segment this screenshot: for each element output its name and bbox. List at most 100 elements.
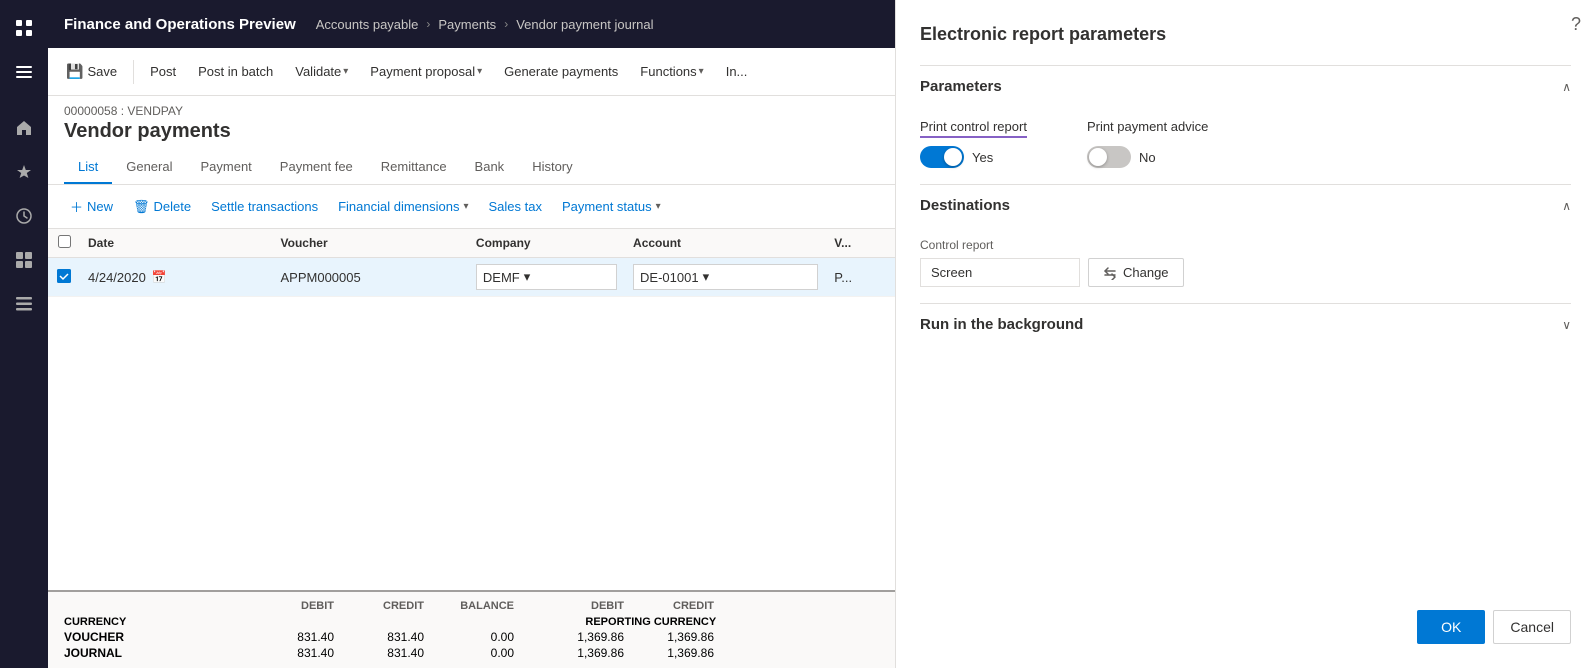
breadcrumb-sep-2: › — [504, 17, 508, 31]
sidebar-icon-star[interactable] — [4, 152, 44, 192]
tabs: List General Payment Payment fee Remitta… — [64, 151, 879, 184]
new-button[interactable]: ＋ New — [64, 193, 119, 220]
destination-control: Screen Change — [920, 258, 1571, 287]
journal-header: 00000058 : VENDPAY Vendor payments List … — [48, 96, 895, 185]
parameters-section-header[interactable]: Parameters ∧ — [920, 65, 1571, 107]
app-title: Finance and Operations Preview — [64, 16, 316, 33]
validate-button[interactable]: Validate ▾ — [285, 58, 358, 85]
journal-summary-label: JOURNAL — [64, 646, 244, 660]
sidebar-icon-hamburger[interactable] — [4, 52, 44, 92]
save-button[interactable]: 💾 Save — [56, 57, 127, 86]
row-account-cell: DE-01001 ▾ — [625, 258, 826, 297]
ok-button[interactable]: OK — [1417, 610, 1485, 644]
tab-history[interactable]: History — [518, 151, 586, 184]
voucher-rep-debit: 1,369.86 — [534, 630, 624, 644]
functions-button[interactable]: Functions ▾ — [630, 58, 713, 85]
table-toolbar: ＋ New 🗑 Delete Settle transactions Finan… — [48, 185, 895, 229]
print-control-report-toggle[interactable] — [920, 146, 964, 168]
destinations-label: Destinations — [920, 197, 1010, 214]
panel-title: Electronic report parameters — [920, 24, 1571, 45]
content-area: 00000058 : VENDPAY Vendor payments List … — [48, 96, 895, 668]
print-payment-advice-control: No — [1087, 146, 1208, 168]
sidebar-icon-grid[interactable] — [4, 8, 44, 48]
grid-summary: DEBIT CREDIT BALANCE DEBIT CREDIT CURREN… — [48, 590, 895, 668]
journal-credit: 831.40 — [334, 646, 424, 660]
voucher-rep-credit: 1,369.86 — [624, 630, 714, 644]
sales-tax-button[interactable]: Sales tax — [483, 195, 548, 218]
help-icon[interactable]: ? — [1571, 14, 1581, 35]
print-payment-advice-toggle[interactable] — [1087, 146, 1131, 168]
destinations-content: Control report Screen Change — [920, 226, 1571, 303]
table-container: Date Voucher Company Account V... — [48, 229, 895, 369]
settle-transactions-button[interactable]: Settle transactions — [205, 195, 324, 218]
col-account: Account — [625, 229, 826, 258]
generate-payments-button[interactable]: Generate payments — [494, 58, 628, 85]
print-control-report-control: Yes — [920, 146, 1027, 168]
tab-payment[interactable]: Payment — [186, 151, 265, 184]
parameters-label: Parameters — [920, 78, 1002, 95]
sidebar-icon-recent[interactable] — [4, 196, 44, 236]
sidebar-icon-home[interactable] — [4, 108, 44, 148]
control-report-label: Control report — [920, 238, 1571, 252]
summary-credit-header: CREDIT — [334, 600, 424, 612]
destinations-section-header[interactable]: Destinations ∧ — [920, 184, 1571, 226]
select-all-checkbox[interactable] — [58, 235, 71, 248]
tab-general[interactable]: General — [112, 151, 186, 184]
currency-label: CURRENCY — [64, 616, 244, 628]
destinations-collapse-icon: ∧ — [1562, 199, 1571, 213]
change-icon — [1103, 266, 1117, 280]
breadcrumb-payments[interactable]: Payments — [438, 17, 496, 32]
payment-proposal-button[interactable]: Payment proposal ▾ — [360, 58, 492, 85]
journal-title: Vendor payments — [64, 120, 879, 143]
calendar-icon[interactable]: 📅 — [152, 270, 167, 284]
breadcrumb: Accounts payable › Payments › Vendor pay… — [316, 17, 654, 32]
cancel-button[interactable]: Cancel — [1493, 610, 1571, 644]
sidebar-icon-dashboard[interactable] — [4, 240, 44, 280]
tab-payment-fee[interactable]: Payment fee — [266, 151, 367, 184]
run-in-background-section[interactable]: Run in the background ∨ — [920, 303, 1571, 345]
plus-icon: ＋ — [70, 197, 83, 216]
col-v: V... — [826, 229, 895, 258]
sidebar-icon-list[interactable] — [4, 284, 44, 324]
toolbar: 💾 Save Post Post in batch Validate ▾ Pay… — [48, 48, 895, 96]
print-control-report-item: Print control report Yes — [920, 119, 1027, 168]
toggle-row: Print control report Yes Print payment a… — [920, 119, 1571, 168]
payment-proposal-dropdown-arrow: ▾ — [477, 66, 482, 77]
right-panel: Electronic report parameters Parameters … — [895, 0, 1595, 668]
delete-button[interactable]: 🗑 Delete — [127, 195, 197, 219]
validate-dropdown-arrow: ▾ — [343, 66, 348, 77]
post-batch-button[interactable]: Post in batch — [188, 58, 283, 85]
tab-list[interactable]: List — [64, 151, 112, 184]
breadcrumb-vendor-journal[interactable]: Vendor payment journal — [516, 17, 653, 32]
print-payment-advice-value: No — [1139, 150, 1156, 165]
company-dropdown-arrow[interactable]: ▾ — [524, 269, 531, 285]
reporting-currency-label: REPORTING CURRENCY — [585, 616, 797, 628]
post-button[interactable]: Post — [140, 58, 186, 85]
main-container: Finance and Operations Preview Accounts … — [48, 0, 895, 668]
journal-rep-credit: 1,369.86 — [624, 646, 714, 660]
col-checkbox — [48, 229, 80, 258]
tab-bank[interactable]: Bank — [461, 151, 519, 184]
journal-debit: 831.40 — [244, 646, 334, 660]
col-voucher: Voucher — [273, 229, 468, 258]
run-bg-label: Run in the background — [920, 316, 1083, 333]
parameters-content: Print control report Yes Print payment a… — [920, 107, 1571, 184]
breadcrumb-accounts-payable[interactable]: Accounts payable — [316, 17, 419, 32]
print-payment-advice-item: Print payment advice No — [1087, 119, 1208, 168]
change-button[interactable]: Change — [1088, 258, 1184, 287]
account-dropdown-arrow[interactable]: ▾ — [703, 269, 710, 285]
panel-actions: OK Cancel — [920, 586, 1571, 644]
financial-dimensions-dropdown-arrow: ▾ — [463, 201, 468, 212]
payments-table: Date Voucher Company Account V... — [48, 229, 895, 297]
table-row[interactable]: 4/24/2020 📅 APPM000005 DEMF ▾ — [48, 258, 895, 297]
payment-status-button[interactable]: Payment status ▾ — [556, 195, 667, 218]
delete-icon: 🗑 — [133, 199, 150, 215]
tab-remittance[interactable]: Remittance — [367, 151, 461, 184]
summary-empty — [64, 600, 244, 612]
inquiries-button[interactable]: In... — [716, 58, 758, 85]
journal-id: 00000058 : VENDPAY — [64, 104, 879, 118]
voucher-debit: 831.40 — [244, 630, 334, 644]
journal-balance: 0.00 — [424, 646, 514, 660]
toolbar-divider-1 — [133, 60, 134, 84]
financial-dimensions-button[interactable]: Financial dimensions ▾ — [332, 195, 474, 218]
